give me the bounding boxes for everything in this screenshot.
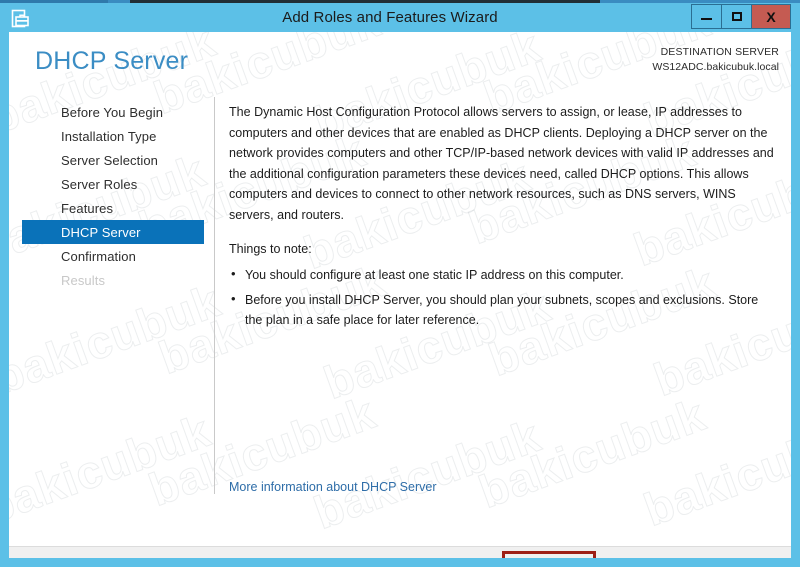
sidebar-item-label: Installation Type <box>61 128 157 144</box>
sidebar-item-dhcp-server[interactable]: DHCP Server <box>22 220 204 244</box>
sidebar-item-confirmation[interactable]: Confirmation <box>22 244 204 268</box>
sidebar-divider <box>214 97 215 494</box>
minimize-icon[interactable] <box>692 5 722 28</box>
sidebar-item-label: DHCP Server <box>61 224 141 240</box>
sidebar-item-label: Before You Begin <box>61 104 164 120</box>
wizard-window: Add Roles and Features Wizard X bakicubu… <box>0 3 800 567</box>
client-area: bakicubuk bakicubuk bakicubuk bakicubuk baki… <box>9 32 791 558</box>
footer-buttons: < PreviousNext >InstallCancel <box>411 551 778 558</box>
window-controls: X <box>691 4 791 29</box>
sidebar-item-installation-type[interactable]: Installation Type <box>22 124 204 148</box>
sidebar-item-server-roles[interactable]: Server Roles <box>22 172 204 196</box>
highlight-annotation-box: Next > <box>502 551 596 558</box>
sidebar-item-label: Server Roles <box>61 176 138 192</box>
destination-server-label: DESTINATION SERVER <box>660 46 779 58</box>
page-title: DHCP Server <box>35 47 189 75</box>
destination-server-block: DESTINATION SERVER WS12ADC.bakicubuk.loc… <box>652 45 779 75</box>
sidebar-item-label: Server Selection <box>61 152 158 168</box>
notes-heading: Things to note: <box>229 242 312 256</box>
sidebar-item-results: Results <box>22 268 204 292</box>
notes-list: You should configure at least one static… <box>229 264 777 331</box>
toolbox-icon <box>8 6 32 30</box>
maximize-icon[interactable] <box>722 5 752 28</box>
content-panel: The Dynamic Host Configuration Protocol … <box>229 95 777 335</box>
close-icon[interactable]: X <box>752 5 790 28</box>
destination-server-name: WS12ADC.bakicubuk.local <box>652 61 779 73</box>
intro-paragraph: The Dynamic Host Configuration Protocol … <box>229 105 774 222</box>
sidebar-item-features[interactable]: Features <box>22 196 204 220</box>
note-item: You should configure at least one static… <box>229 264 777 286</box>
sidebar-item-label: Confirmation <box>61 248 136 264</box>
sidebar-item-before-you-begin[interactable]: Before You Begin <box>22 100 204 124</box>
more-information-link[interactable]: More information about DHCP Server <box>229 480 437 494</box>
footer-bar: < PreviousNext >InstallCancel <box>9 546 791 558</box>
title-bar[interactable]: Add Roles and Features Wizard X <box>9 3 791 32</box>
sidebar-item-label: Features <box>61 200 114 216</box>
page-header: DHCP Server DESTINATION SERVER WS12ADC.b… <box>9 32 791 95</box>
body-area: Before You Begin Installation Type Server … <box>9 95 791 546</box>
note-item: Before you install DHCP Server, you shou… <box>229 289 777 331</box>
sidebar-item-server-selection[interactable]: Server Selection <box>22 148 204 172</box>
window-title: Add Roles and Features Wizard <box>282 9 498 26</box>
wizard-steps-sidebar: Before You Begin Installation Type Server … <box>9 95 205 292</box>
sidebar-item-label: Results <box>61 272 106 288</box>
